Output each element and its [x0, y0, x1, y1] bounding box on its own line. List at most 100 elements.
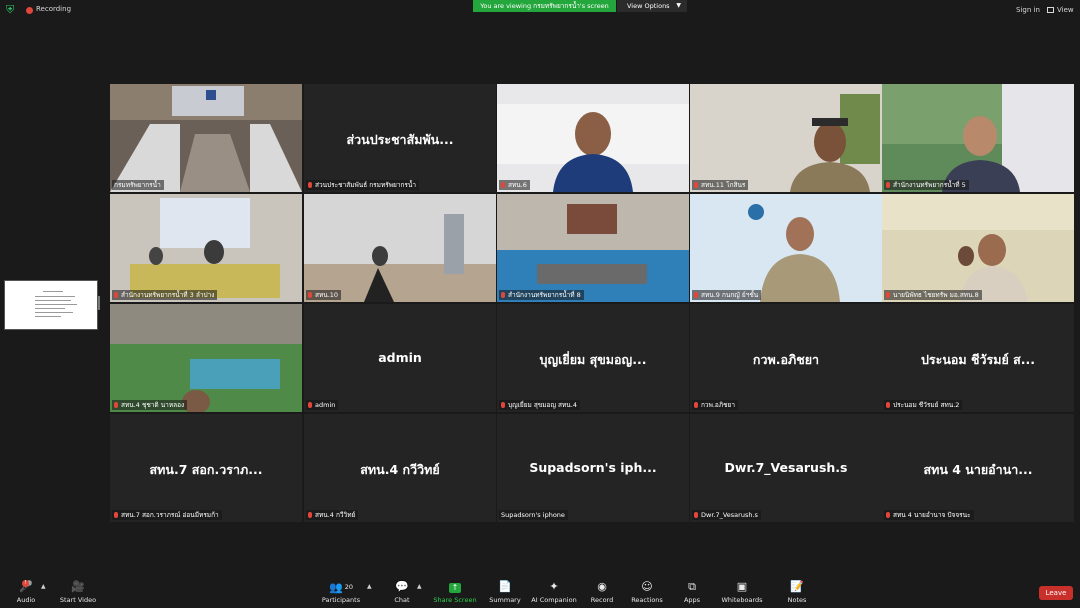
thumbnail-resize-handle[interactable] — [98, 296, 100, 310]
reactions-label: Reactions — [631, 596, 663, 604]
apps-button[interactable]: ⧉ Apps — [680, 580, 704, 606]
mic-muted-icon — [114, 402, 118, 408]
reactions-button[interactable]: ☺ Reactions — [630, 580, 664, 606]
leave-button[interactable]: Leave — [1039, 586, 1073, 600]
summary-button[interactable]: 📄 Summary — [488, 580, 522, 606]
speaker-video — [497, 84, 689, 192]
ai-companion-label: AI Companion — [531, 596, 577, 604]
participant-name-text: สทน.4 ชุชาติ นาหลอง — [121, 401, 185, 409]
participant-name-text: สำนักงานทรัพยากรน้ำที่ 5 — [893, 181, 966, 189]
start-video-button[interactable]: 🎥 Start Video — [56, 580, 100, 606]
video-tile[interactable]: ส่วนประชาสัมพัน... ส่วนประชาสัมพันธ์ กรม… — [304, 84, 496, 192]
video-tile[interactable]: กวพ.อภิชยา กวพ.อภิชยา — [690, 304, 882, 412]
mic-muted-icon — [694, 512, 698, 518]
reactions-icon: ☺ — [641, 580, 653, 593]
speaker-video — [690, 194, 882, 302]
participant-name-text: ประนอม ชีวัรมย์ สทน.2 — [893, 401, 960, 409]
mic-muted-icon — [501, 292, 505, 298]
mic-muted-icon — [886, 512, 890, 518]
participants-count: 20 — [344, 583, 353, 591]
video-tile[interactable]: สทน.9 กนกญั ย์ฯชั้น — [690, 194, 882, 302]
participants-label: Participants — [321, 596, 361, 604]
record-label: Record — [590, 596, 614, 604]
speaker-video — [690, 84, 882, 192]
participant-name: สำนักงานทรัพยากรน้ำที่ 3 ลำปาง — [112, 290, 218, 300]
participant-name-text: admin — [315, 401, 336, 409]
audio-options-chevron-icon[interactable]: ▲ — [41, 583, 46, 590]
participant-name-text: บุญเยี่ยม สุขมอญ สทน.4 — [508, 401, 577, 409]
participant-name: สำนักงานทรัพยากรน้ำที่ 8 — [499, 290, 584, 300]
whiteboards-button[interactable]: ▣ Whiteboards — [720, 580, 764, 606]
participant-name-text: สำนักงานทรัพยากรน้ำที่ 8 — [508, 291, 581, 299]
video-tile[interactable]: สทน 4 นายอำนา... สทน 4 นายอำนาจ ปัจจรนะ — [882, 414, 1074, 522]
recording-icon — [26, 7, 33, 14]
notes-button[interactable]: 📝 Notes — [784, 580, 810, 606]
participant-name: สทน.11 โกสินร — [692, 180, 749, 190]
video-tile[interactable]: สทน.10 — [304, 194, 496, 302]
view-button[interactable]: View — [1047, 6, 1074, 14]
participants-options-chevron-icon[interactable]: ▲ — [367, 583, 372, 590]
speaker-video — [882, 84, 1074, 192]
video-tile[interactable]: admin admin — [304, 304, 496, 412]
participant-name: ประนอม ชีวัรมย์ สทน.2 — [884, 400, 963, 410]
mic-muted-icon — [501, 402, 505, 408]
ai-companion-button[interactable]: ✦ AI Companion — [530, 580, 578, 606]
participant-name: สทน.7 สอก.วราภรณ์ อ่อนมีทรมก้า — [112, 510, 222, 520]
recording-label: Recording — [36, 5, 72, 13]
video-tile[interactable]: Dwr.7_Vesarush.s Dwr.7_Vesarush.s — [690, 414, 882, 522]
video-tile[interactable]: สำนักงานทรัพยากรน้ำที่ 5 — [882, 84, 1074, 192]
participant-display-name: ส่วนประชาสัมพัน... — [346, 132, 454, 147]
top-bar: ⛨ Recording You are viewing กรมทรัพยากรน… — [0, 0, 1080, 22]
video-tile[interactable]: นายนิพัทธ ไชยทรัพ มอ.สทน.8 — [882, 194, 1074, 302]
audio-button[interactable]: 🎤 ! Audio — [10, 580, 42, 606]
shared-screen-thumbnail[interactable] — [4, 280, 98, 330]
video-tile[interactable]: สทน.7 สอก.วราภ... สทน.7 สอก.วราภรณ์ อ่อน… — [110, 414, 302, 522]
participant-name: นายนิพัทธ ไชยทรัพ มอ.สทน.8 — [884, 290, 982, 300]
participant-display-name: ประนอม ชีวัรมย์ ส... — [920, 352, 1035, 367]
video-tile[interactable]: บุญเยี่ยม สุขมอญ... บุญเยี่ยม สุขมอญ สทน… — [497, 304, 689, 412]
shield-icon[interactable]: ⛨ — [6, 4, 17, 16]
mic-muted-icon — [308, 512, 312, 518]
sign-in-link[interactable]: Sign in — [1016, 6, 1040, 14]
chat-label: Chat — [394, 596, 410, 604]
participant-name: บุญเยี่ยม สุขมอญ สทน.4 — [499, 400, 580, 410]
apps-label: Apps — [683, 596, 701, 604]
participant-name-text: สทน 4 นายอำนาจ ปัจจรนะ — [893, 511, 971, 519]
record-button[interactable]: ◉ Record — [588, 580, 616, 606]
video-tile[interactable]: สทน.6 — [497, 84, 689, 192]
video-gallery: กรมทรัพยากรน้ำ ส่วนประชาสัมพัน... ส่วนปร… — [110, 84, 1074, 522]
meeting-room-video — [304, 194, 496, 302]
participant-name-text: สำนักงานทรัพยากรน้ำที่ 3 ลำปาง — [121, 291, 215, 299]
participant-name: สทน.6 — [499, 180, 530, 190]
participant-name: สทน.10 — [306, 290, 342, 300]
participant-display-name: บุญเยี่ยม สุขมอญ... — [539, 352, 647, 367]
summary-icon: 📄 — [498, 580, 512, 593]
start-video-label: Start Video — [59, 596, 97, 604]
participant-name-text: Dwr.7_Vesarush.s — [701, 511, 758, 519]
participant-name: ส่วนประชาสัมพันธ์ กรมทรัพยากรน้ำ — [306, 180, 419, 190]
video-tile[interactable]: Supadsorn's iph... Supadsorn's iphone — [497, 414, 689, 522]
video-tile[interactable]: สำนักงานทรัพยากรน้ำที่ 3 ลำปาง — [110, 194, 302, 302]
meeting-room-video — [110, 194, 302, 302]
participant-display-name: admin — [378, 350, 422, 365]
audio-label: Audio — [16, 596, 36, 604]
video-tile[interactable]: ประนอม ชีวัรมย์ ส... ประนอม ชีวัรมย์ สทน… — [882, 304, 1074, 412]
video-tile[interactable]: สำนักงานทรัพยากรน้ำที่ 8 — [497, 194, 689, 302]
video-tile[interactable]: กรมทรัพยากรน้ำ — [110, 84, 302, 192]
participant-display-name: สทน.7 สอก.วราภ... — [149, 462, 263, 477]
video-tile[interactable]: สทน.11 โกสินร — [690, 84, 882, 192]
participant-display-name: Supadsorn's iph... — [529, 460, 657, 475]
video-tile[interactable]: สทน.4 ชุชาติ นาหลอง — [110, 304, 302, 412]
speaker-video — [882, 194, 1074, 302]
mic-muted-icon — [114, 512, 118, 518]
chat-options-chevron-icon[interactable]: ▲ — [417, 583, 422, 590]
video-tile[interactable]: สทน.4 กวีวิทย์ สทน.4 กวีวิทย์ — [304, 414, 496, 522]
participants-button[interactable]: 👥 20 Participants — [318, 580, 364, 606]
chat-button[interactable]: 💬 Chat — [388, 580, 416, 606]
share-screen-button[interactable]: ↑ Share Screen — [432, 580, 478, 606]
meeting-room-video — [497, 194, 689, 302]
participant-display-name: สทน 4 นายอำนา... — [923, 462, 1033, 477]
mic-muted-icon — [886, 182, 890, 188]
view-options-button[interactable]: View Options ▼ — [617, 0, 687, 12]
view-icon — [1047, 7, 1054, 13]
